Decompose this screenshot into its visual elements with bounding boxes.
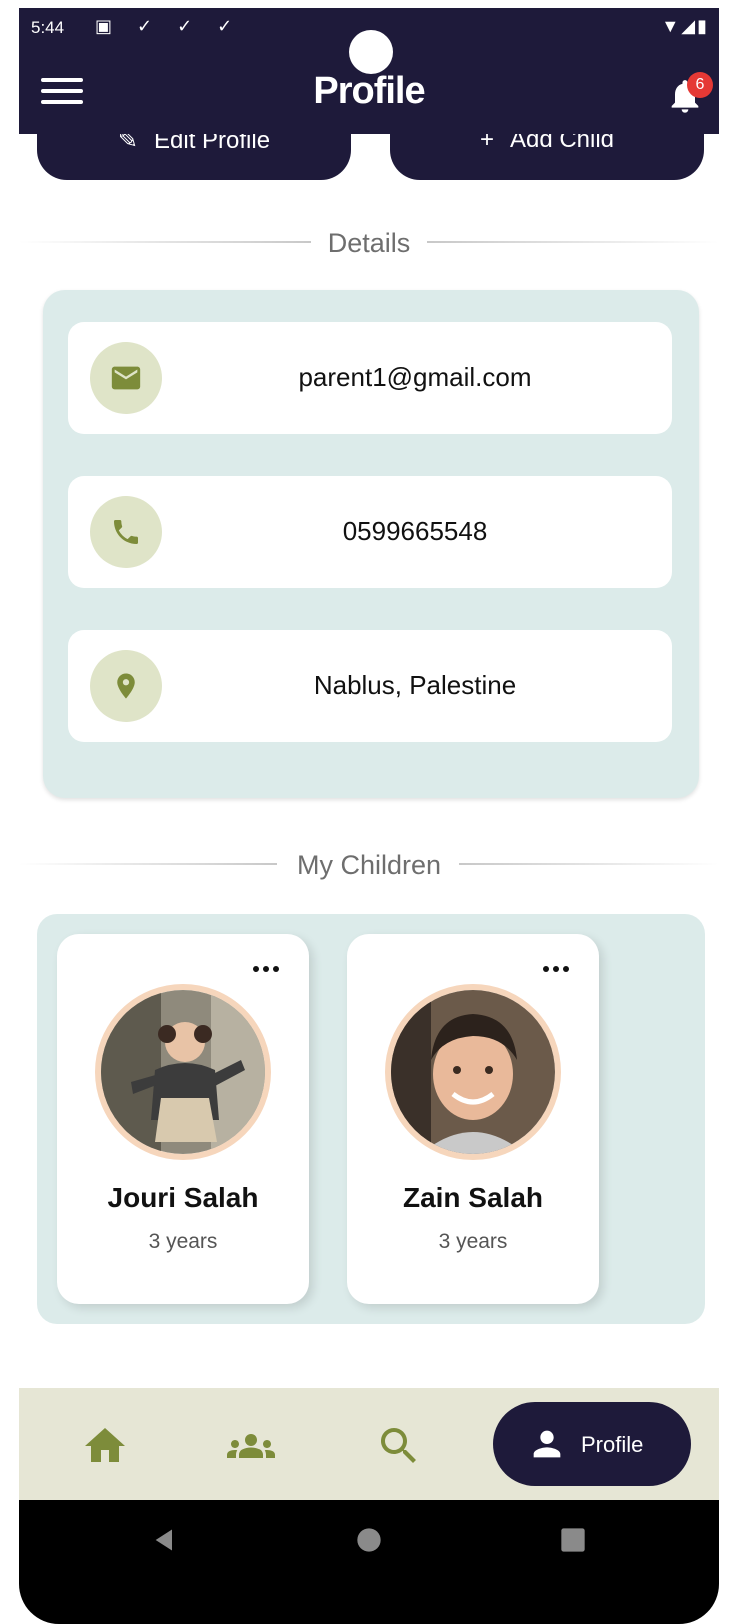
recents-icon[interactable] [559,1526,587,1554]
email-row[interactable]: parent1@gmail.com [68,322,672,434]
status-notification-icons: ▣ ✓ ✓ ✓ [95,16,243,36]
child-card[interactable]: Zain Salah 3 years [347,934,599,1304]
email-value: parent1@gmail.com [298,362,532,392]
phone-screen: ✎ Edit Profile + Add Child 5:44 ▣ ✓ ✓ ✓ ▼◢… [19,8,719,1624]
child-age: 3 years [438,1230,508,1253]
home-icon [85,1428,125,1462]
child-age: 3 years [148,1230,218,1253]
system-navigation-bar [19,1500,719,1624]
location-icon [90,650,162,722]
details-card: parent1@gmail.com 0599665548 Nablus, Pal… [43,290,699,798]
mail-icon [90,342,162,414]
app-bar: 5:44 ▣ ✓ ✓ ✓ ▼◢▮ Profile 6 [19,8,719,134]
notification-badge: 6 [687,72,713,98]
nav-profile[interactable]: Profile [493,1402,691,1486]
page-title: Profile [313,70,425,112]
notifications-button[interactable]: 6 [665,72,713,120]
more-icon[interactable] [543,966,571,976]
group-icon [227,1434,275,1458]
search-icon [381,1428,416,1463]
phone-row[interactable]: 0599665548 [68,476,672,588]
location-row[interactable]: Nablus, Palestine [68,630,672,742]
person-icon [533,1430,561,1458]
status-time: 5:44 [31,18,65,37]
phone-value: 0599665548 [342,516,488,546]
location-value: Nablus, Palestine [313,670,517,700]
children-list: Jouri Salah 3 years Zain Salah 3 years [37,914,705,1324]
children-heading: My Children [296,850,442,880]
back-icon[interactable] [151,1526,179,1554]
signal-battery-icons: ▼◢▮ [661,16,709,36]
nav-profile-label: Profile [581,1432,644,1457]
nav-home[interactable] [81,1422,129,1470]
nav-children[interactable] [227,1422,275,1470]
bottom-navigation: Profile [19,1388,719,1500]
camera-cutout [349,30,393,74]
child-card[interactable]: Jouri Salah 3 years [57,934,309,1304]
nav-search[interactable] [375,1422,423,1470]
children-divider: My Children [19,844,719,884]
phone-icon [90,496,162,568]
details-divider: Details [19,222,719,262]
more-icon[interactable] [253,966,281,976]
details-heading: Details [327,228,411,258]
child-avatar [95,984,271,1160]
home-circle-icon[interactable] [355,1526,383,1554]
child-name: Zain Salah [402,1182,544,1213]
child-avatar [385,984,561,1160]
child-name: Jouri Salah [107,1182,259,1213]
